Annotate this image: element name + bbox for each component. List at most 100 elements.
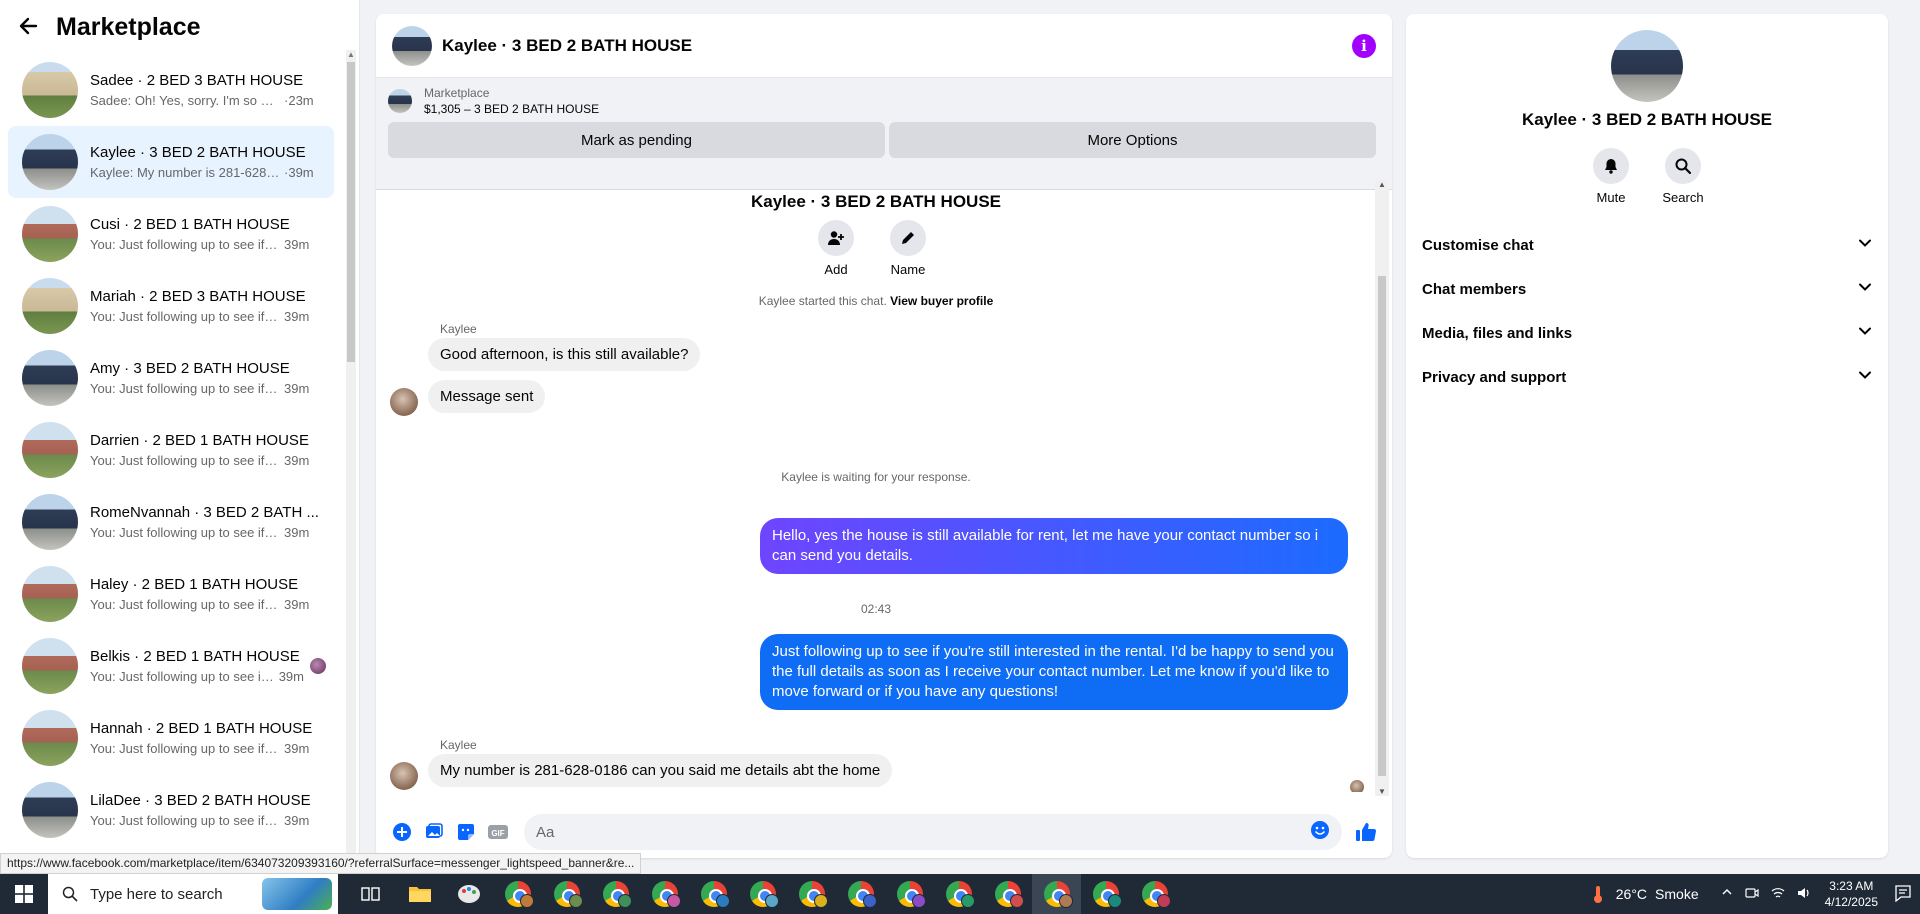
section-customise-chat[interactable]: Customise chat bbox=[1422, 223, 1872, 267]
scroll-up-icon[interactable]: ▲ bbox=[1375, 180, 1389, 189]
conversation-item[interactable]: Mariah · 2 BED 3 BATH HOUSE You: Just fo… bbox=[8, 270, 334, 342]
conversation-item[interactable]: Belkis · 2 BED 1 BATH HOUSE You: Just fo… bbox=[8, 630, 334, 702]
mark-as-pending-button[interactable]: Mark as pending bbox=[388, 122, 885, 158]
volume-icon[interactable] bbox=[1797, 886, 1811, 903]
chrome-app-icon[interactable] bbox=[591, 874, 640, 914]
sidebar-scrollbar[interactable]: ▲ bbox=[346, 50, 356, 870]
conversation-item[interactable]: LilaDee · 3 BED 2 BATH HOUSE You: Just f… bbox=[8, 774, 334, 846]
chrome-app-icon[interactable] bbox=[787, 874, 836, 914]
taskbar-search-box[interactable]: Type here to search bbox=[48, 874, 338, 914]
back-arrow-icon[interactable] bbox=[18, 14, 38, 40]
edit-name-button[interactable]: Name bbox=[890, 220, 926, 277]
notifications-icon[interactable] bbox=[1894, 884, 1912, 905]
chevron-down-icon bbox=[1858, 280, 1872, 298]
clock-time: 3:23 AM bbox=[1829, 879, 1874, 893]
chrome-app-icon[interactable] bbox=[983, 874, 1032, 914]
conversation-item[interactable]: Hannah · 2 BED 1 BATH HOUSE You: Just fo… bbox=[8, 702, 334, 774]
section-chat-members[interactable]: Chat members bbox=[1422, 267, 1872, 311]
mute-button[interactable]: Mute bbox=[1593, 148, 1629, 205]
start-button[interactable] bbox=[0, 874, 48, 914]
more-options-button[interactable]: More Options bbox=[889, 122, 1376, 158]
name-label: Name bbox=[890, 262, 926, 277]
search-icon bbox=[1665, 148, 1701, 184]
chrome-app-icon[interactable] bbox=[738, 874, 787, 914]
chrome-app-icon[interactable] bbox=[1081, 874, 1130, 914]
chrome-app-icon[interactable] bbox=[640, 874, 689, 914]
conversation-title: Sadee · 2 BED 3 BATH HOUSE bbox=[90, 72, 304, 89]
listing-banner: Marketplace $1,305 – 3 BED 2 BATH HOUSE … bbox=[376, 78, 1392, 190]
chrome-app-icon[interactable] bbox=[542, 874, 591, 914]
scrollbar-thumb[interactable] bbox=[347, 62, 355, 362]
plus-icon[interactable] bbox=[391, 821, 413, 843]
chrome-app-icon[interactable] bbox=[836, 874, 885, 914]
incoming-message[interactable]: Message sent bbox=[428, 380, 546, 413]
info-icon[interactable]: i bbox=[1352, 33, 1376, 58]
emoji-icon[interactable] bbox=[1310, 820, 1330, 844]
search-button[interactable]: Search bbox=[1662, 148, 1704, 205]
incoming-message[interactable]: My number is 281-628-0186 can you said m… bbox=[428, 754, 893, 787]
profile-badge bbox=[765, 894, 779, 908]
sticker-icon[interactable] bbox=[455, 821, 477, 843]
listing-thumbnail bbox=[22, 638, 78, 694]
paint-app-icon[interactable] bbox=[444, 874, 493, 914]
listing-summary[interactable]: Marketplace $1,305 – 3 BED 2 BATH HOUSE bbox=[388, 86, 1380, 116]
meet-now-icon[interactable] bbox=[1745, 886, 1759, 903]
conversation-snippet: You: Just following up to see if yo... bbox=[90, 597, 280, 612]
mute-label: Mute bbox=[1596, 190, 1626, 205]
incoming-message[interactable]: Good afternoon, is this still available? bbox=[428, 338, 701, 371]
chat-scrollbar[interactable]: ▲ ▼ bbox=[1375, 180, 1389, 796]
scroll-down-icon[interactable]: ▼ bbox=[1375, 787, 1389, 796]
chrome-app-icon[interactable] bbox=[1130, 874, 1179, 914]
listing-thumbnail bbox=[22, 494, 78, 550]
add-person-icon bbox=[818, 220, 854, 256]
conversation-time: 39m bbox=[284, 237, 310, 252]
file-explorer-icon[interactable] bbox=[395, 874, 444, 914]
thumbs-up-icon[interactable] bbox=[1355, 821, 1377, 843]
scroll-up-icon[interactable]: ▲ bbox=[346, 50, 356, 59]
outgoing-message[interactable]: Hello, yes the house is still available … bbox=[760, 518, 1348, 574]
conversation-item[interactable]: Amy · 3 BED 2 BATH HOUSE You: Just follo… bbox=[8, 342, 334, 414]
chrome-app-icon[interactable] bbox=[689, 874, 738, 914]
chevron-down-icon bbox=[1858, 368, 1872, 386]
chevron-up-icon[interactable] bbox=[1721, 886, 1733, 903]
section-media-files-links[interactable]: Media, files and links bbox=[1422, 311, 1872, 355]
chrome-app-icon[interactable] bbox=[493, 874, 542, 914]
conversation-item[interactable]: RomeNvannah · 3 BED 2 BATH ... You: Just… bbox=[8, 486, 334, 558]
sender-avatar[interactable] bbox=[390, 762, 418, 790]
outgoing-message[interactable]: Just following up to see if you're still… bbox=[760, 634, 1348, 710]
conversation-item[interactable]: Haley · 2 BED 1 BATH HOUSE You: Just fol… bbox=[8, 558, 334, 630]
chrome-app-icon-active[interactable] bbox=[1032, 874, 1081, 914]
info-avatar[interactable] bbox=[1611, 30, 1683, 102]
conversation-item[interactable]: Sadee · 2 BED 3 BATH HOUSE Sadee: Oh! Ye… bbox=[8, 54, 334, 126]
profile-badge bbox=[1059, 894, 1073, 908]
add-person-button[interactable]: Add bbox=[818, 220, 854, 277]
chat-avatar[interactable] bbox=[392, 25, 432, 66]
conversation-snippet: You: Just following up to see if yo... bbox=[90, 309, 280, 324]
task-view-icon[interactable] bbox=[346, 874, 395, 914]
status-bar-url: https://www.facebook.com/marketplace/ite… bbox=[0, 853, 642, 874]
profile-badge bbox=[1108, 894, 1122, 908]
sender-name: Kaylee bbox=[440, 322, 477, 336]
chat-header-title[interactable]: Kaylee · 3 BED 2 BATH HOUSE bbox=[442, 36, 1352, 56]
conversation-item[interactable]: Darrien · 2 BED 1 BATH HOUSE You: Just f… bbox=[8, 414, 334, 486]
network-icon[interactable] bbox=[1771, 886, 1785, 903]
conversation-item-active[interactable]: Kaylee · 3 BED 2 BATH HOUSE Kaylee: My n… bbox=[8, 126, 334, 198]
sender-avatar[interactable] bbox=[390, 388, 418, 416]
photo-icon[interactable] bbox=[423, 821, 445, 843]
message-input[interactable]: Aa bbox=[524, 814, 1342, 850]
weather-widget[interactable]: 26°C Smoke bbox=[1588, 884, 1699, 904]
listing-thumbnail bbox=[22, 422, 78, 478]
add-label: Add bbox=[824, 262, 848, 277]
profile-badge bbox=[961, 894, 975, 908]
chrome-app-icon[interactable] bbox=[934, 874, 983, 914]
system-clock[interactable]: 3:23 AM 4/12/2025 bbox=[1825, 878, 1878, 910]
section-privacy-support[interactable]: Privacy and support bbox=[1422, 355, 1872, 399]
conversation-item[interactable]: Cusi · 2 BED 1 BATH HOUSE You: Just foll… bbox=[8, 198, 334, 270]
chrome-app-icon[interactable] bbox=[885, 874, 934, 914]
clock-date: 4/12/2025 bbox=[1824, 895, 1878, 909]
profile-badge bbox=[1157, 894, 1171, 908]
conversation-time: 39m bbox=[284, 525, 310, 540]
gif-icon[interactable]: GIF bbox=[487, 821, 509, 843]
scrollbar-thumb[interactable] bbox=[1378, 276, 1386, 776]
view-buyer-profile-link[interactable]: View buyer profile bbox=[890, 294, 993, 308]
